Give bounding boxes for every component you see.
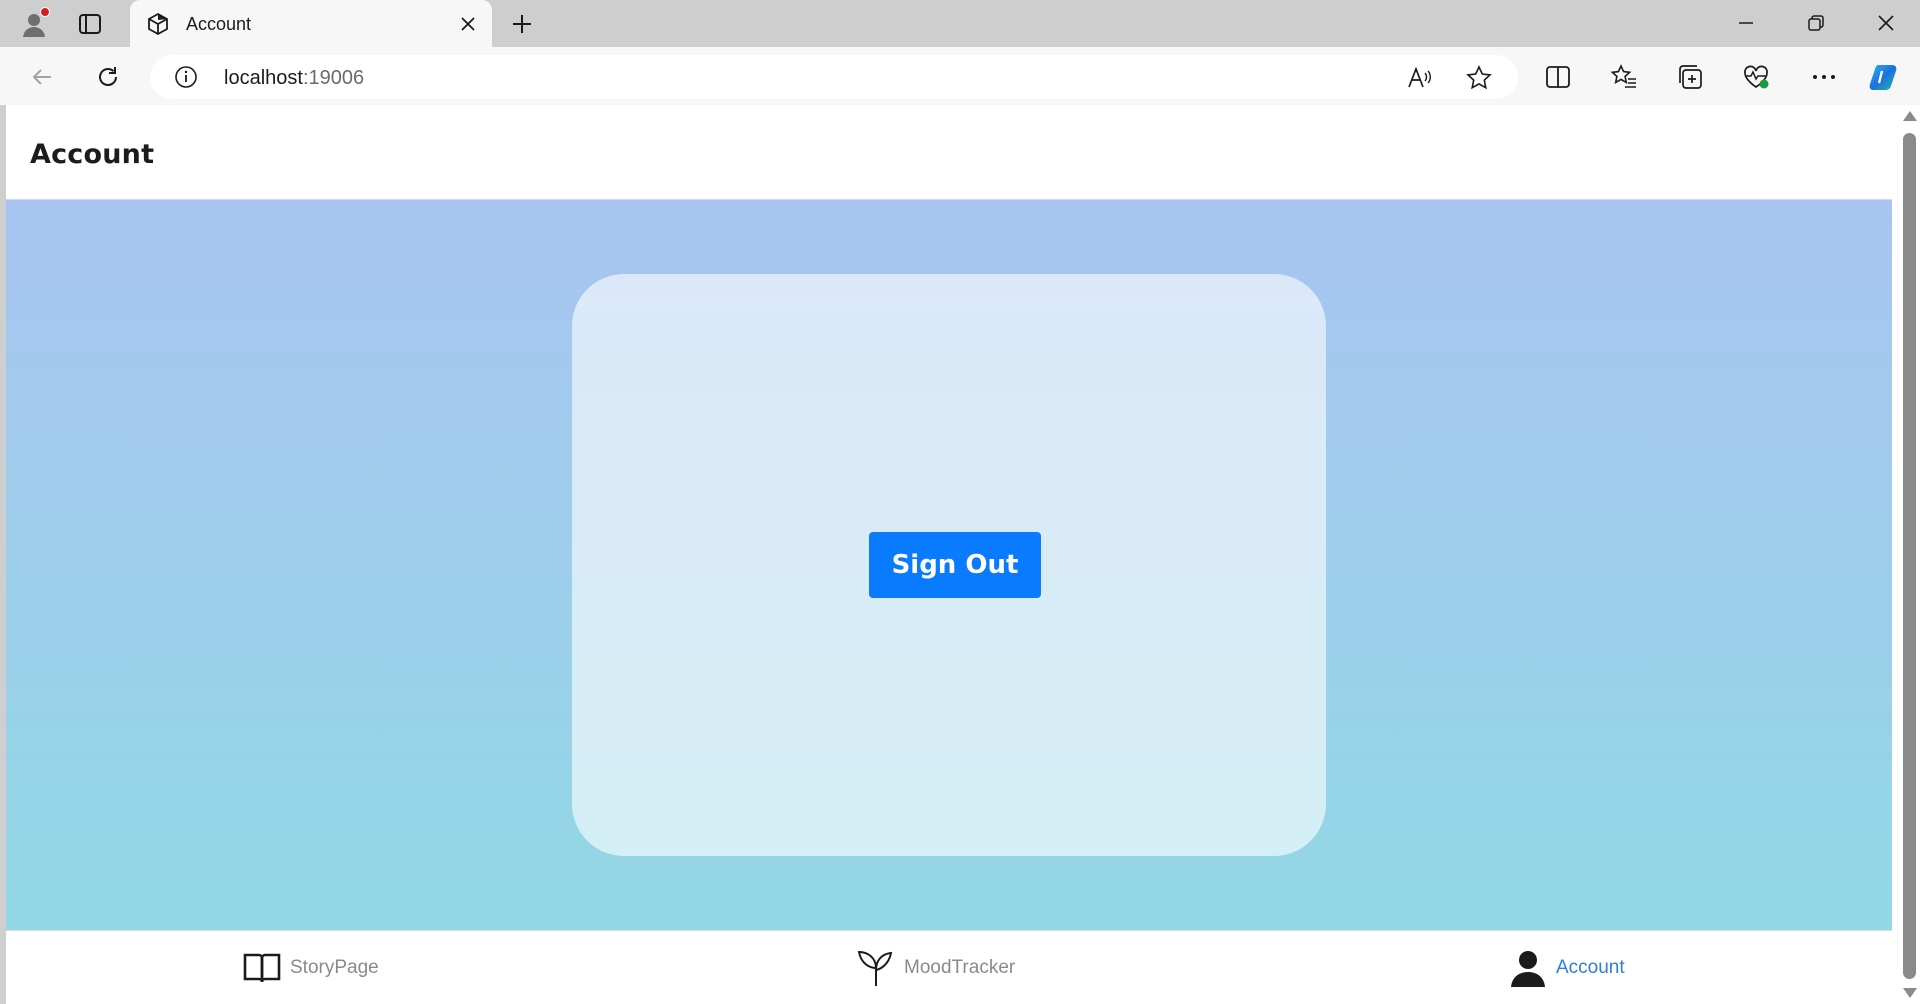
copilot-icon[interactable] <box>1868 59 1904 95</box>
book-open-icon <box>242 948 282 988</box>
sprout-icon <box>856 948 896 988</box>
person-icon <box>1508 948 1548 988</box>
package-icon <box>146 12 170 36</box>
browser-toolbar: localhost:19006 <box>0 47 1920 105</box>
bottom-tab-bar: StoryPage MoodTracker Account <box>6 930 1892 1004</box>
url-port: :19006 <box>302 67 365 89</box>
browser-tab-strip: Account <box>0 0 1920 47</box>
address-bar[interactable]: localhost:19006 <box>150 55 1518 99</box>
collections-icon[interactable] <box>1672 59 1708 95</box>
tab-title: Account <box>186 14 252 34</box>
split-screen-icon[interactable] <box>1540 59 1576 95</box>
vertical-scrollbar[interactable] <box>1898 105 1920 1004</box>
plus-icon[interactable] <box>508 10 536 38</box>
info-icon[interactable] <box>174 65 198 89</box>
tab-moodtracker[interactable]: MoodTracker <box>856 931 1015 1004</box>
heart-pulse-icon[interactable] <box>1738 59 1774 95</box>
browser-tab-active[interactable]: Account <box>130 0 492 47</box>
scroll-down-arrow-icon[interactable] <box>1903 988 1917 998</box>
tab-label: Account <box>1556 957 1625 978</box>
restore-icon[interactable] <box>1792 8 1840 38</box>
more-icon[interactable] <box>1806 59 1842 95</box>
refresh-icon[interactable] <box>90 59 126 95</box>
scroll-up-arrow-icon[interactable] <box>1903 111 1917 121</box>
account-content: Sign Out <box>6 200 1892 930</box>
sign-out-button[interactable]: Sign Out <box>869 532 1041 598</box>
close-icon[interactable] <box>456 12 480 36</box>
tab-actions-icon[interactable] <box>72 10 108 38</box>
url-host: localhost <box>224 67 303 89</box>
close-window-icon[interactable] <box>1862 8 1910 38</box>
app-header: Account <box>6 105 1892 200</box>
account-card: Sign Out <box>572 274 1326 856</box>
read-aloud-icon[interactable] <box>1406 65 1432 91</box>
scrollbar-thumb[interactable] <box>1903 133 1916 979</box>
back-arrow-icon[interactable] <box>24 59 60 95</box>
page-viewport: Account Sign Out StoryPage MoodTracker A… <box>6 105 1920 1004</box>
tab-label: StoryPage <box>290 957 379 978</box>
tab-label: MoodTracker <box>904 957 1016 978</box>
notification-dot <box>40 7 50 17</box>
star-icon[interactable] <box>1466 65 1492 91</box>
tab-storypage[interactable]: StoryPage <box>242 931 379 1004</box>
tab-account[interactable]: Account <box>1508 931 1625 1004</box>
url-text[interactable]: localhost:19006 <box>224 67 364 90</box>
minimize-icon[interactable] <box>1722 8 1770 38</box>
favorites-icon[interactable] <box>1606 59 1642 95</box>
page-title: Account <box>30 139 155 170</box>
profile-avatar-icon[interactable] <box>16 7 52 41</box>
